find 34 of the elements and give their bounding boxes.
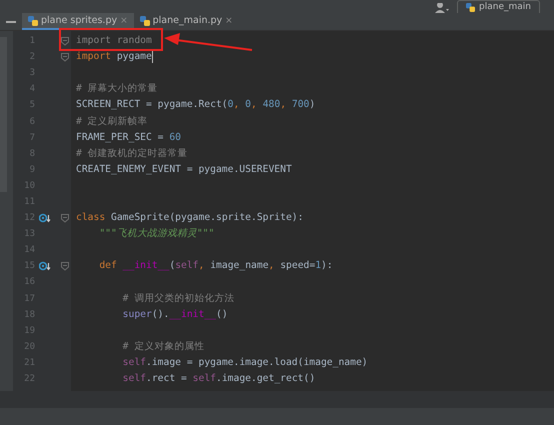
code-line: """飞机大战游戏精灵""" [98, 228, 214, 240]
tab-label: plane sprites.py [41, 15, 118, 26]
code-line: import random [76, 35, 152, 48]
fold-icon[interactable] [61, 214, 69, 223]
code-line: # 创建敌机的定时器常量 [76, 148, 188, 160]
file-tab[interactable]: plane_main.py × [134, 13, 239, 30]
fold-icon[interactable] [61, 262, 69, 271]
code-line: # 屏幕大小的常量 [76, 83, 158, 96]
code-line: FRAME_PER_SEC = 60 [76, 132, 181, 144]
code-line: import pygame [76, 51, 152, 64]
tab-label: plane_main.py [152, 15, 222, 26]
code-line: class GameSprite(pygame.sprite.Sprite): [76, 212, 304, 224]
code-line: # 定义刷新帧率 [76, 116, 148, 128]
code-line: # 定义对象的属性 [122, 340, 204, 353]
close-icon[interactable]: × [225, 16, 233, 26]
python-file-icon [466, 2, 476, 12]
code-line: self.rect = self.image.get_rect() [122, 373, 316, 386]
fold-icon[interactable] [61, 36, 69, 46]
code-line: SCREEN_RECT = pygame.Rect(0, 0, 480, 700) [76, 99, 316, 112]
run-config-label: plane_main [479, 2, 531, 12]
code-line: def __init__(self, image_name, speed=1): [98, 260, 333, 272]
code-line: # 调用父类的初始化方法 [122, 292, 234, 305]
user-icon[interactable] [435, 3, 450, 13]
minimize-icon[interactable] [6, 20, 16, 22]
override-marker-icon[interactable] [39, 213, 51, 224]
code-line: self.image = pygame.image.load(image_name) [122, 356, 368, 369]
python-file-icon [28, 16, 38, 26]
file-tab[interactable]: plane sprites.py × [22, 13, 134, 30]
fold-icon[interactable] [61, 52, 69, 62]
code-line: super().__init__() [122, 308, 228, 321]
close-icon[interactable]: × [120, 16, 128, 26]
override-marker-icon[interactable] [39, 261, 51, 272]
python-file-icon [140, 16, 150, 26]
code-line: CREATE_ENEMY_EVENT = pygame.USEREVENT [76, 164, 292, 176]
